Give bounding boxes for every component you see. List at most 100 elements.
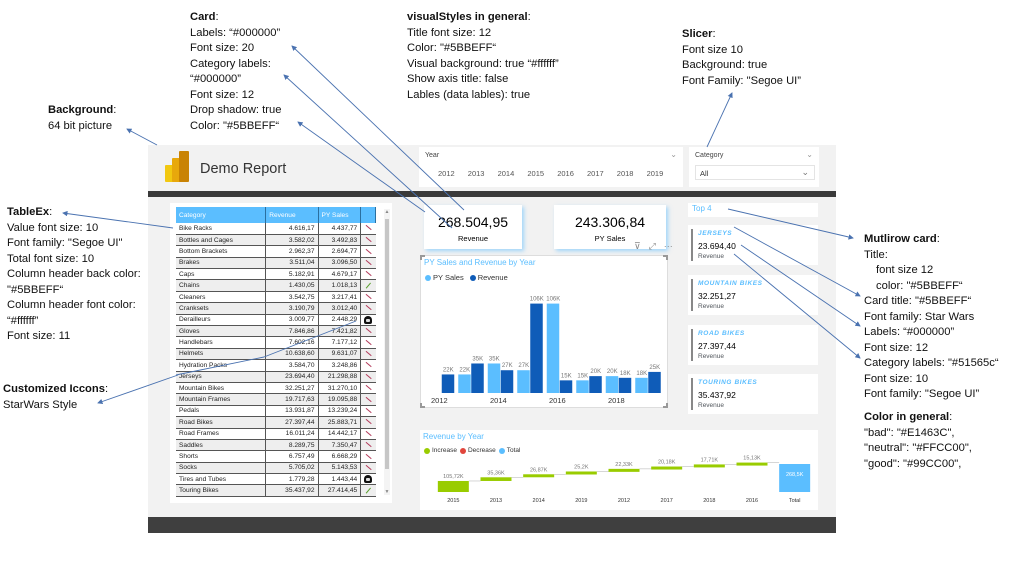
year-option[interactable]: 2013: [468, 169, 498, 178]
waterfall-bar-2015[interactable]: [437, 480, 469, 492]
bar-revenue-2014[interactable]: [500, 370, 514, 393]
waterfall-bar-2013[interactable]: [480, 477, 512, 481]
chevron-down-icon[interactable]: ⌄: [670, 150, 677, 159]
annotation-line: Total font size: 10: [7, 252, 95, 265]
data-label: 25K: [649, 365, 660, 371]
bar-revenue-2012[interactable]: [441, 374, 455, 393]
waterfall-bar-total[interactable]: [779, 464, 811, 492]
waterfall-bar-2014[interactable]: [523, 474, 555, 478]
data-label: 20,18K: [658, 460, 676, 466]
bar-revenue-2016[interactable]: [559, 380, 573, 393]
table-row[interactable]: Socks 5.705,02 5.143,53: [176, 462, 376, 475]
data-label: 25,2K: [574, 464, 589, 470]
scroll-thumb[interactable]: [385, 219, 389, 469]
column-header-py-sales[interactable]: PY Sales: [318, 207, 362, 223]
year-option[interactable]: 2012: [438, 169, 468, 178]
table-row[interactable]: Bottom Brackets 2.962,37 2.694,77: [176, 245, 376, 258]
cell-revenue: 32.251,27: [265, 382, 319, 395]
table-row[interactable]: Touring Bikes 35.437,92 27.414,45: [176, 484, 376, 497]
bar-py-sales-2013[interactable]: [458, 374, 471, 393]
annotation-line: Card title: "#5BBEFF“: [864, 295, 972, 307]
annotation-line: font size 12: [876, 264, 934, 276]
column-header-revenue[interactable]: Revenue: [265, 207, 319, 223]
waterfall-bar-2017[interactable]: [651, 466, 683, 470]
annotation-line: Font size: 20: [190, 42, 255, 54]
waterfall-bar-2016[interactable]: [736, 462, 768, 466]
year-option[interactable]: 2015: [527, 169, 557, 178]
year-option[interactable]: 2014: [498, 169, 528, 178]
annotation-title: Mutlirow card: [864, 233, 937, 245]
bar-py-sales-2019[interactable]: [635, 377, 648, 393]
year-option[interactable]: 2018: [617, 169, 647, 178]
bar-revenue-2015[interactable]: [530, 303, 543, 393]
table-row[interactable]: Mountain Bikes 32.251,27 31.270,10: [176, 382, 376, 395]
table-row[interactable]: Shorts 6.757,49 6.668,29: [176, 450, 376, 463]
bar-py-sales-2017[interactable]: [576, 380, 589, 393]
table-row[interactable]: Cleaners 3.542,75 3.217,41: [176, 291, 376, 304]
resize-handle[interactable]: [663, 403, 668, 408]
category-dropdown[interactable]: All ⌄: [695, 165, 815, 180]
bar-py-sales-2016[interactable]: [546, 303, 560, 393]
bar-revenue-2017[interactable]: [589, 376, 602, 393]
table-row[interactable]: Saddles 8.289,75 7.350,47: [176, 439, 376, 452]
annotation-line: Drop shadow: true: [190, 104, 282, 116]
cell-py-sales: 7.177,12: [317, 336, 361, 349]
year-slicer[interactable]: Year ⌄ 2012 2013 2014 2015 2016 2017 201…: [419, 147, 683, 187]
power-bi-logo-icon: [165, 151, 189, 182]
column-header-icon[interactable]: [360, 207, 376, 223]
bar-py-sales-2014[interactable]: [487, 363, 501, 393]
cell-status-icon: [360, 484, 376, 497]
bar-py-sales-2018[interactable]: [605, 376, 619, 393]
cell-status-icon: [360, 223, 376, 235]
table-row[interactable]: Road Frames 16.011,24 14.442,17: [176, 428, 376, 440]
py-sales-revenue-chart[interactable]: PY Sales and Revenue by Year PY Sales Re…: [420, 255, 668, 408]
table-row[interactable]: Pedals 13.931,87 13.239,24: [176, 405, 376, 418]
table-row[interactable]: Bike Racks 4.616,17 4.437,77: [176, 223, 376, 235]
revenue-waterfall-chart[interactable]: Revenue by Year Increase Decrease Total …: [420, 430, 818, 510]
table-row[interactable]: Gloves 7.846,86 7.421,82: [176, 325, 376, 338]
table-row[interactable]: Derailleurs 3.009,77 2.448,29: [176, 314, 376, 327]
year-option[interactable]: 2016: [557, 169, 587, 178]
report-header: Demo Report Year ⌄ 2012 2013 2014 2015 2…: [148, 145, 836, 190]
resize-handle[interactable]: [663, 255, 668, 260]
card-accent-bar: [691, 329, 693, 361]
table-row[interactable]: Caps 5.182,91 4.679,17: [176, 268, 376, 281]
table-row[interactable]: Handlebars 7.602,16 7.177,12: [176, 336, 376, 349]
focus-mode-icon[interactable]: ⤢: [649, 241, 656, 252]
resize-handle[interactable]: [420, 255, 425, 260]
data-label: 106K: [530, 297, 544, 303]
table-row[interactable]: Tires and Tubes 1.779,28 1.443,44: [176, 473, 376, 486]
bar-revenue-2018[interactable]: [618, 377, 632, 393]
scroll-up-icon[interactable]: ▲: [384, 209, 390, 215]
bar-revenue-2019[interactable]: [648, 371, 661, 393]
waterfall-bar-2019[interactable]: [565, 471, 597, 475]
year-option[interactable]: 2019: [647, 169, 677, 178]
column-header-category[interactable]: Category: [176, 207, 267, 223]
annotation-line: Font family: Star Wars: [864, 310, 975, 323]
bar-revenue-2013[interactable]: [471, 363, 484, 393]
resize-handle[interactable]: [420, 403, 425, 408]
table-row[interactable]: Jerseys 23.694,40 21.298,88: [176, 371, 376, 383]
category-slicer[interactable]: Category ⌄ All ⌄: [689, 147, 819, 187]
scroll-down-icon[interactable]: ▼: [384, 489, 390, 495]
more-options-icon[interactable]: ···: [664, 241, 673, 252]
data-label: 22,33K: [615, 462, 633, 468]
table-row[interactable]: Brakes 3.511,04 3.096,50: [176, 257, 376, 270]
table-row[interactable]: Chains 1.430,05 1.018,13: [176, 279, 376, 292]
table-row[interactable]: Mountain Frames 19.717,63 19.095,88: [176, 393, 376, 406]
table-row[interactable]: Hydration Packs 3.584,70 3.248,86: [176, 359, 376, 372]
table-row[interactable]: Helmets 10.638,60 9.631,07: [176, 348, 376, 361]
waterfall-bar-2012[interactable]: [608, 468, 640, 472]
year-option[interactable]: 2017: [587, 169, 617, 178]
table-row[interactable]: Road Bikes 27.397,44 25.883,71: [176, 416, 376, 429]
table-scrollbar[interactable]: ▲ ▼: [384, 209, 390, 495]
card-value: 35.437,92: [698, 390, 736, 400]
bar-py-sales-2015[interactable]: [517, 370, 530, 393]
filter-icon[interactable]: ⊽: [634, 241, 641, 252]
annotation-line: Font size 10: [682, 43, 743, 56]
table-row[interactable]: Cranksets 3.190,79 3.012,40: [176, 302, 376, 315]
data-label: 35K: [472, 356, 483, 362]
table-row[interactable]: Bottles and Cages 3.582,02 3.492,83: [176, 234, 376, 247]
waterfall-bar-2018[interactable]: [693, 464, 725, 468]
chevron-down-icon[interactable]: ⌄: [806, 150, 813, 159]
